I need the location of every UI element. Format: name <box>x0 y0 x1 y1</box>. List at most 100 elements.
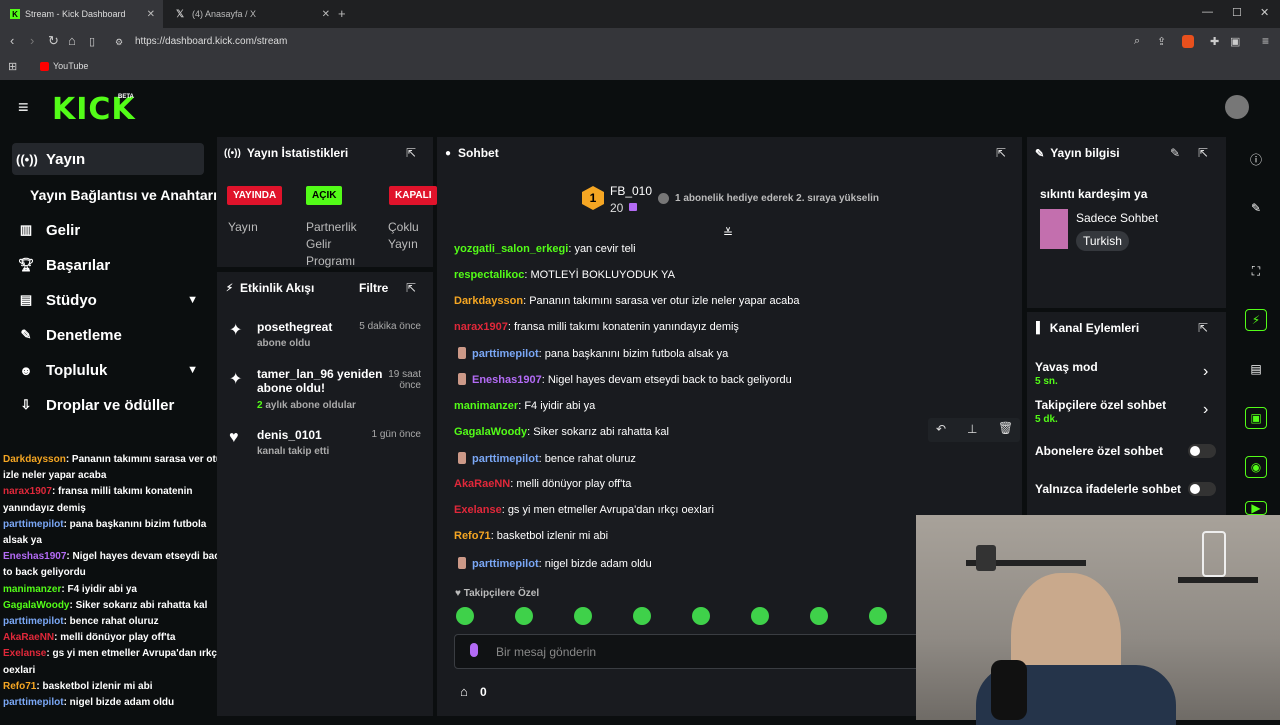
chat-bubble-icon[interactable]: ▣ <box>1245 407 1267 429</box>
broadcast-icon[interactable]: ◉ <box>1245 456 1267 478</box>
info-icon[interactable]: ⓘ <box>1245 148 1267 170</box>
chat-message[interactable]: GagalaWoody: Siker sokarız abi rahatta k… <box>454 426 669 438</box>
minimize-icon[interactable]: — <box>1202 6 1213 18</box>
emote-icon[interactable] <box>751 607 769 625</box>
chat-username[interactable]: GagalaWoody <box>454 426 527 438</box>
clip-icon[interactable]: ⛶ <box>1245 260 1267 282</box>
chat-message[interactable]: Refo71: basketbol izlenir mi abi <box>454 530 608 542</box>
url-field[interactable]: https://dashboard.kick.com/stream <box>135 36 287 47</box>
chevron-right-icon[interactable]: › <box>1203 363 1208 381</box>
popout-icon[interactable]: ⇱ <box>1198 321 1208 335</box>
share-icon[interactable]: ⇪ <box>1157 35 1166 48</box>
chat-message[interactable]: Exelanse: gs yi men etmeller Avrupa'dan … <box>454 504 714 516</box>
close-window-icon[interactable]: ✕ <box>1260 6 1269 19</box>
leader-name[interactable]: FB_010 <box>610 184 652 198</box>
chat-message[interactable]: AkaRaeNN: melli dönüyor play off'ta <box>454 478 631 490</box>
user-avatar[interactable] <box>1225 95 1249 119</box>
maximize-icon[interactable]: ☐ <box>1232 6 1242 19</box>
chat-username[interactable]: parttimepilot <box>472 558 539 570</box>
sidebar-item-droplar[interactable]: ⇩ Droplar ve ödüller <box>12 389 204 421</box>
brave-shield-icon[interactable] <box>1182 35 1194 48</box>
browser-tab-kick[interactable]: K Stream - Kick Dashboard ✕ <box>0 0 163 28</box>
sidebar-item-basarilar[interactable]: 🏆︎ Başarılar <box>12 249 204 281</box>
chat-username[interactable]: Darkdaysson <box>454 295 523 307</box>
chat-message[interactable]: Darkdaysson: Pananın takımını sarasa ver… <box>454 295 799 307</box>
extensions-icon[interactable]: ✚ <box>1210 35 1219 48</box>
chat-text: : Nigel hayes devam etseydi back to back… <box>541 374 792 386</box>
popout-icon[interactable]: ⇱ <box>406 146 416 160</box>
hamburger-menu-icon[interactable]: ≡ <box>18 97 29 118</box>
chat-username[interactable]: respectalikoc <box>454 269 524 281</box>
emote-icon[interactable] <box>810 607 828 625</box>
bookmark-youtube[interactable]: YouTube <box>53 61 88 71</box>
apps-grid-icon[interactable]: ⊞ <box>8 60 17 73</box>
reply-icon[interactable]: ↶ <box>936 422 946 436</box>
emote-icon[interactable] <box>633 607 651 625</box>
chat-message[interactable]: parttimepilot: nigel bizde adam oldu <box>458 557 652 570</box>
chat-username[interactable]: AkaRaeNN <box>454 478 510 490</box>
document-icon[interactable]: ▤ <box>1245 358 1267 380</box>
chat-username: AkaRaeNN <box>3 632 55 644</box>
close-tab-icon[interactable]: ✕ <box>322 9 330 20</box>
emote-icon[interactable] <box>692 607 710 625</box>
chat-username[interactable]: parttimepilot <box>472 453 539 465</box>
mic-icon[interactable] <box>470 643 478 657</box>
sidebar-item-stream-key[interactable]: Yayın Bağlantısı ve Anahtarı <box>26 179 226 211</box>
chat-username[interactable]: Exelanse <box>454 504 502 516</box>
edit-icon[interactable]: ✎ <box>1245 197 1267 219</box>
video-icon[interactable]: ▶ <box>1245 501 1267 515</box>
popout-icon[interactable]: ⇱ <box>406 281 416 295</box>
scroll-down-icon[interactable]: ≚ <box>723 226 733 240</box>
emote-icon[interactable] <box>574 607 592 625</box>
zoom-icon[interactable]: ⌕ <box>1134 35 1140 48</box>
drops-icon: ⇩ <box>20 397 32 412</box>
chat-text: : nigel bizde adam oldu <box>538 558 652 570</box>
chat-message[interactable]: narax1907: fransa milli takımı konatenin… <box>454 321 739 333</box>
chat-message[interactable]: parttimepilot: pana başkanını bizim futb… <box>458 347 728 360</box>
chat-message[interactable]: manimanzer: F4 iyidir abi ya <box>454 400 595 412</box>
chat-message[interactable]: parttimepilot: bence rahat oluruz <box>458 452 636 465</box>
points-store-icon[interactable]: ⌂ <box>460 684 468 699</box>
site-info-icon[interactable]: ⚙ <box>115 37 123 48</box>
chat-message[interactable]: respectalikoc: MOTLEYİ BOKLUYODUK YA <box>454 269 675 281</box>
emote-icon[interactable] <box>456 607 474 625</box>
close-tab-icon[interactable]: ✕ <box>147 9 155 20</box>
chat-message[interactable]: yozgatli_salon_erkegi: yan cevir teli <box>454 243 636 255</box>
chat-username[interactable]: Eneshas1907 <box>472 374 542 386</box>
chevron-right-icon[interactable]: › <box>1203 401 1208 419</box>
chat-username[interactable]: narax1907 <box>454 321 508 333</box>
browser-tab-x[interactable]: 𝕏 (4) Anasayfa / X ✕ <box>168 0 338 28</box>
popout-icon[interactable]: ⇱ <box>996 146 1006 160</box>
sidebar-item-topluluk[interactable]: ☻ Topluluk ▼ <box>12 354 204 386</box>
sidebar-item-studyo[interactable]: ▤ Stüdyo ▼ <box>12 284 204 316</box>
chat-username[interactable]: yozgatli_salon_erkegi <box>454 243 568 255</box>
lightning-icon[interactable]: ⚡︎ <box>1245 309 1267 331</box>
new-tab-icon[interactable]: + <box>338 6 346 21</box>
sidebar-toggle-icon[interactable]: ▣ <box>1230 35 1240 48</box>
emote-icon[interactable] <box>515 607 533 625</box>
pin-icon[interactable]: ⊥ <box>967 422 977 436</box>
emotes-only-toggle[interactable] <box>1188 482 1216 496</box>
chevron-down-icon[interactable]: ▼ <box>187 364 198 376</box>
subscribers-only-toggle[interactable] <box>1188 444 1216 458</box>
back-icon[interactable]: ‹ <box>10 33 14 48</box>
bookmark-icon[interactable]: ▯ <box>89 35 95 48</box>
emote-icon[interactable] <box>869 607 887 625</box>
sidebar-item-gelir[interactable]: ▥ Gelir <box>12 214 204 246</box>
sidebar-item-denetleme[interactable]: ✎ Denetleme <box>12 319 204 351</box>
edit-icon[interactable]: ✎ <box>1170 146 1180 160</box>
popout-icon[interactable]: ⇱ <box>1198 146 1208 160</box>
home-icon[interactable]: ⌂ <box>68 33 76 48</box>
chat-username[interactable]: Refo71 <box>454 530 491 542</box>
reload-icon[interactable]: ↻ <box>48 33 59 49</box>
chat-username[interactable]: parttimepilot <box>472 348 539 360</box>
chat-message[interactable]: Eneshas1907: Nigel hayes devam etseydi b… <box>458 373 792 386</box>
delete-icon[interactable]: 🗑︎ <box>998 421 1013 435</box>
chat-username[interactable]: manimanzer <box>454 400 518 412</box>
chevron-down-icon[interactable]: ▼ <box>187 294 198 306</box>
forward-icon[interactable]: › <box>30 33 34 48</box>
sidebar-item-yayin[interactable]: ((•)) Yayın <box>12 143 204 175</box>
menu-icon[interactable]: ≡ <box>1262 34 1269 48</box>
stats-title: ((•)) Yayın İstatistikleri <box>224 146 348 160</box>
filter-button[interactable]: Filtre <box>359 281 388 295</box>
